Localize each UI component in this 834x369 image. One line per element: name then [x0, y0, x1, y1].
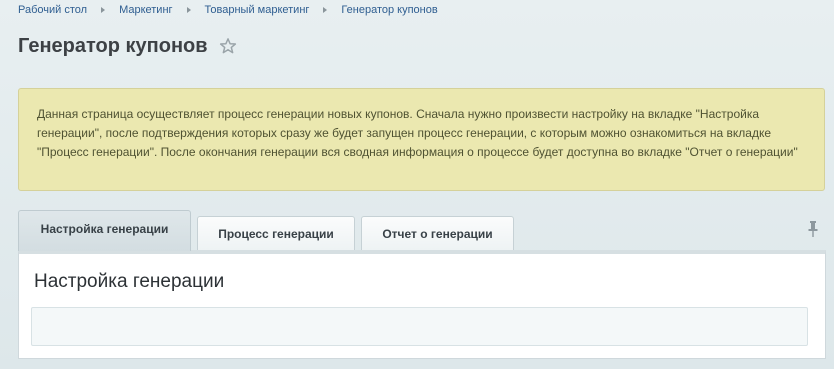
page-header: Генератор купонов: [18, 33, 237, 59]
settings-panel: Настройка генерации: [18, 250, 826, 359]
tab-bar: Настройка генерации Процесс генерации От…: [18, 210, 826, 251]
pin-icon[interactable]: [807, 220, 819, 238]
star-icon[interactable]: [219, 37, 237, 55]
breadcrumb-separator-icon: [323, 7, 328, 13]
breadcrumb-separator-icon: [101, 7, 106, 13]
breadcrumb-item-product-marketing[interactable]: Товарный маркетинг: [205, 4, 310, 16]
settings-form-area: [31, 307, 808, 346]
tab-generation-report[interactable]: Отчет о генерации: [361, 216, 514, 250]
tab-generation-settings[interactable]: Настройка генерации: [18, 210, 191, 251]
breadcrumb-item-coupon-generator[interactable]: Генератор купонов: [341, 4, 437, 16]
tab-generation-process[interactable]: Процесс генерации: [197, 216, 355, 250]
breadcrumb: Рабочий стол Маркетинг Товарный маркетин…: [18, 3, 438, 17]
page-title: Генератор купонов: [18, 34, 208, 57]
notice-text: Данная страница осуществляет процесс ген…: [37, 107, 798, 159]
breadcrumb-item-desktop[interactable]: Рабочий стол: [18, 4, 87, 16]
info-notice: Данная страница осуществляет процесс ген…: [18, 88, 825, 191]
breadcrumb-item-marketing[interactable]: Маркетинг: [119, 4, 172, 16]
panel-title: Настройка генерации: [34, 271, 225, 292]
breadcrumb-separator-icon: [186, 7, 191, 13]
